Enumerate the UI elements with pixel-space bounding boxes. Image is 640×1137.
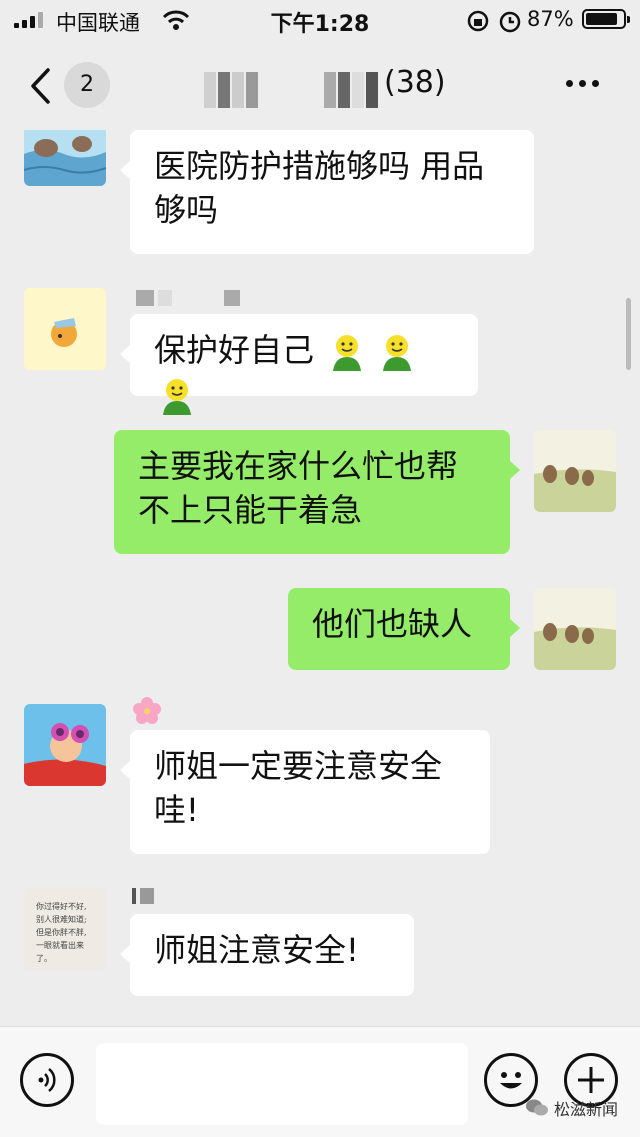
avatar-note-line: 但是你胖不胖,	[36, 928, 87, 937]
message-text: 师姐注意安全!	[154, 931, 359, 969]
otters-image-icon	[24, 130, 106, 186]
rotation-lock-icon	[467, 10, 489, 32]
message-bubble-self[interactable]: 主要我在家什么忙也帮 不上只能干着急	[114, 430, 520, 554]
avatar-text-note[interactable]: 你过得好不好, 别人很难知道; 但是你胖不胖, 一眼就看出来了。	[24, 888, 106, 970]
message-text-line: 医院防护措施够吗 用品	[154, 147, 485, 185]
cartoon-character-icon	[24, 288, 106, 370]
smile-emoji-icon	[383, 335, 412, 371]
avatar-note-line: 你过得好不好,	[36, 902, 87, 911]
avatar-note-line: 别人很难知道;	[36, 915, 87, 924]
avatar-otters[interactable]	[24, 130, 106, 186]
voice-icon	[38, 1068, 56, 1092]
message-bubble[interactable]: 师姐注意安全!	[120, 914, 414, 996]
message-text: 保护好自己	[154, 331, 315, 369]
watermark: 松滋新闻	[526, 1096, 618, 1120]
obscured-sender-name	[132, 888, 154, 908]
birds-image-icon	[534, 430, 616, 512]
avatar-self-birds[interactable]	[534, 588, 616, 670]
obscured-group-name-2	[324, 72, 378, 108]
message-input[interactable]	[96, 1043, 468, 1125]
wechat-logo-icon	[526, 1099, 548, 1116]
message-list[interactable]: 医院防护措施够吗 用品 够吗 保护好自己 主要我在家什么忙也帮 不上只能干着急	[0, 130, 640, 1026]
input-bar	[0, 1026, 640, 1137]
avatar-self-birds[interactable]	[534, 430, 616, 512]
voice-input-button[interactable]	[20, 1053, 74, 1107]
message-bubble[interactable]: 保护好自己	[120, 314, 478, 415]
message-text-line: 够吗	[154, 191, 219, 229]
message-bubble-self[interactable]: 他们也缺人	[288, 588, 520, 670]
watermark-text: 松滋新闻	[554, 1100, 619, 1119]
status-bar: 中国联通 下午1:28 87%	[0, 0, 640, 40]
obscured-group-name	[204, 72, 264, 108]
cartoon-kid-icon	[24, 704, 106, 786]
battery-percent: 87%	[527, 7, 574, 31]
avatar-cartoon[interactable]	[24, 288, 106, 370]
message-bubble[interactable]: 师姐一定要注意安全 哇!	[120, 730, 490, 854]
back-arrow-icon[interactable]	[28, 66, 52, 106]
smile-emoji-icon	[163, 379, 191, 415]
message-text-line: 主要我在家什么忙也帮	[138, 447, 459, 485]
message-text: 他们也缺人	[312, 605, 473, 643]
message-bubble[interactable]: 医院防护措施够吗 用品 够吗	[120, 130, 534, 254]
message-text-line: 哇!	[154, 791, 199, 829]
more-options-icon[interactable]	[566, 80, 599, 87]
message-text-line: 不上只能干着急	[138, 491, 363, 529]
battery-icon	[582, 9, 630, 29]
cherry-blossom-icon	[133, 697, 161, 724]
chat-title: (38)	[384, 65, 446, 100]
smile-emoji-icon	[333, 335, 362, 371]
avatar-crayon-kid[interactable]	[24, 704, 106, 786]
unread-count-badge[interactable]: 2	[64, 62, 110, 108]
obscured-sender-name	[136, 290, 240, 310]
alarm-icon	[499, 11, 521, 33]
chat-header: 2 (38)	[0, 40, 640, 130]
birds-image-icon	[534, 588, 616, 670]
avatar-note-line: 一眼就看出来了。	[36, 941, 84, 963]
scrollbar[interactable]	[626, 298, 631, 370]
message-text-line: 师姐一定要注意安全	[154, 747, 443, 785]
